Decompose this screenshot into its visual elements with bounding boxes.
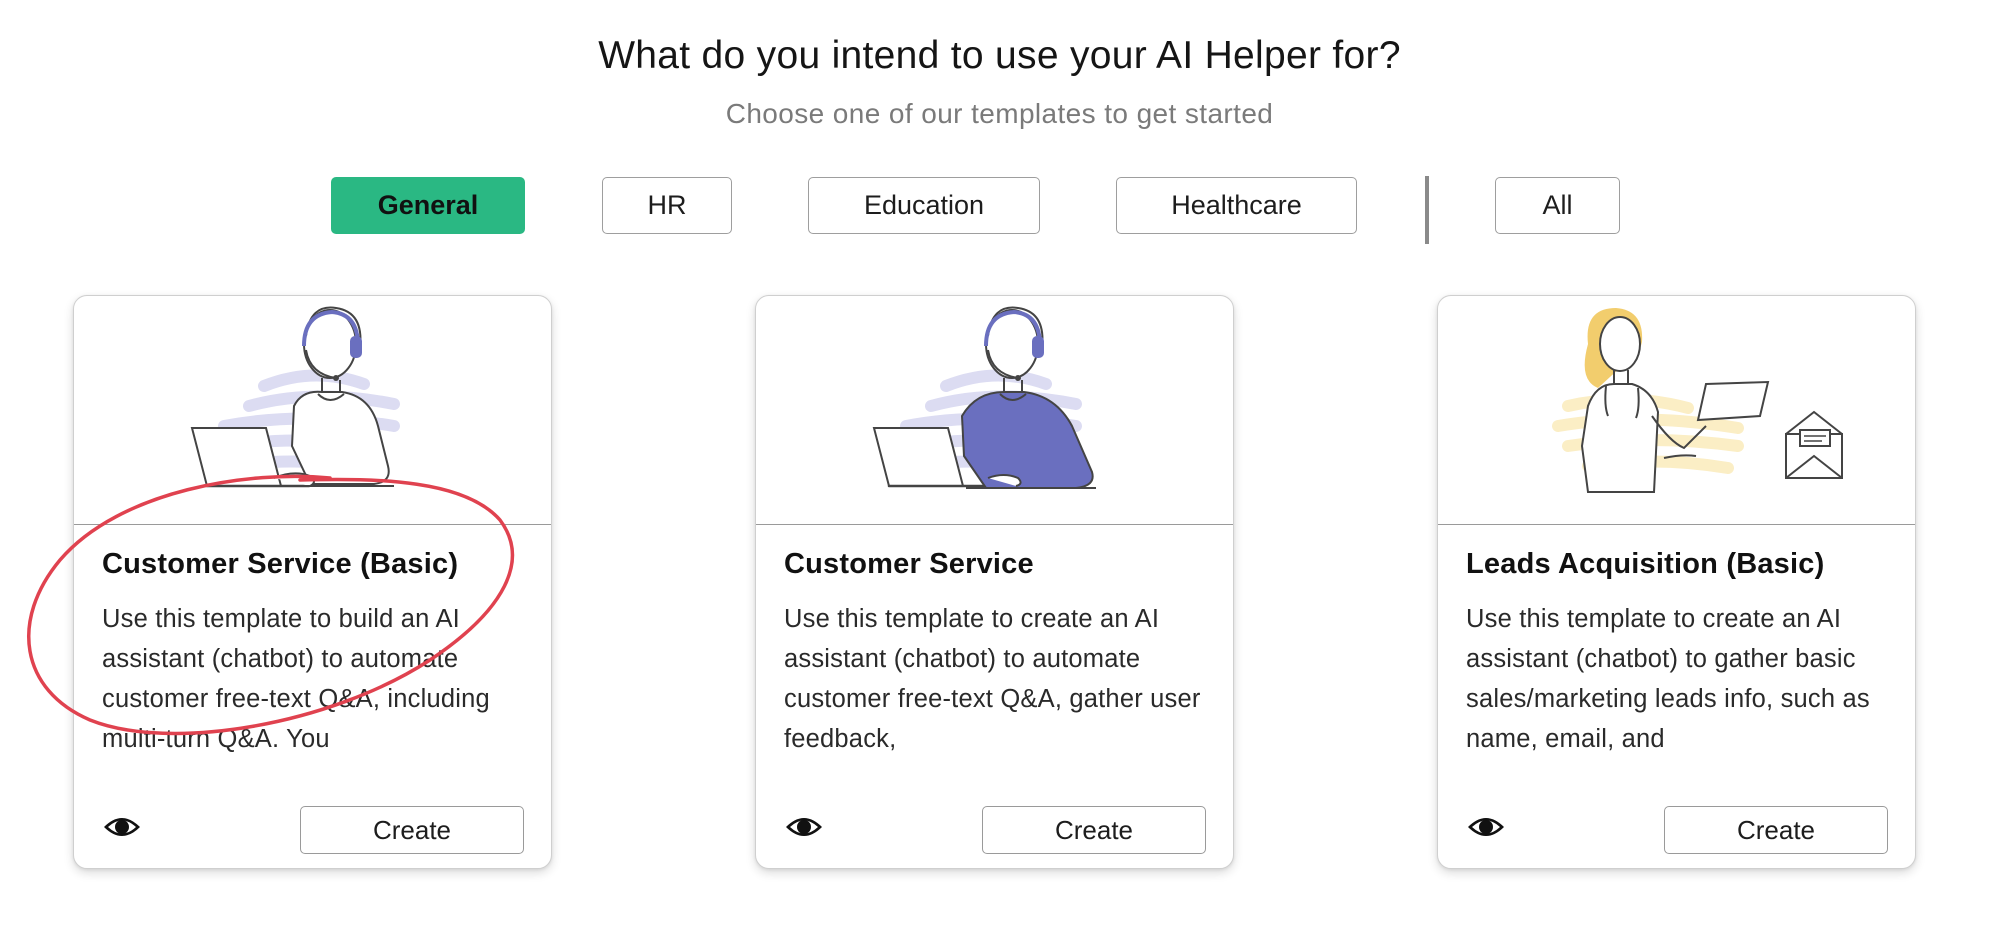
- card-description: Use this template to build an AI assista…: [102, 605, 490, 753]
- page-title: What do you intend to use your AI Helper…: [598, 34, 1401, 77]
- eye-icon[interactable]: [784, 813, 824, 841]
- template-card-customer-service-basic[interactable]: Customer Service (Basic) Use this templa…: [73, 295, 552, 869]
- create-button[interactable]: Create: [300, 806, 524, 854]
- card-description: Use this template to create an AI assist…: [784, 605, 1201, 753]
- tab-general[interactable]: General: [331, 177, 525, 234]
- tab-all[interactable]: All: [1495, 177, 1620, 234]
- tab-divider: [1425, 176, 1429, 244]
- eye-icon[interactable]: [102, 813, 142, 841]
- woman-tablet-illustration: [1438, 296, 1915, 525]
- create-button[interactable]: Create: [1664, 806, 1888, 854]
- eye-icon[interactable]: [1466, 813, 1506, 841]
- create-button[interactable]: Create: [982, 806, 1206, 854]
- template-card-customer-service[interactable]: Customer Service Use this template to cr…: [755, 295, 1234, 869]
- tab-hr[interactable]: HR: [602, 177, 732, 234]
- card-title: Leads Acquisition (Basic): [1466, 548, 1825, 580]
- page-subtitle: Choose one of our templates to get start…: [725, 98, 1274, 129]
- tab-education[interactable]: Education: [808, 177, 1040, 234]
- template-card-leads-acquisition-basic[interactable]: Leads Acquisition (Basic) Use this templ…: [1437, 295, 1916, 869]
- agent-headset-illustration: [74, 296, 551, 525]
- card-title: Customer Service (Basic): [102, 548, 459, 580]
- tab-healthcare[interactable]: Healthcare: [1116, 177, 1357, 234]
- card-description: Use this template to create an AI assist…: [1466, 605, 1870, 753]
- agent-headset-illustration: [756, 296, 1233, 525]
- card-title: Customer Service: [784, 548, 1034, 580]
